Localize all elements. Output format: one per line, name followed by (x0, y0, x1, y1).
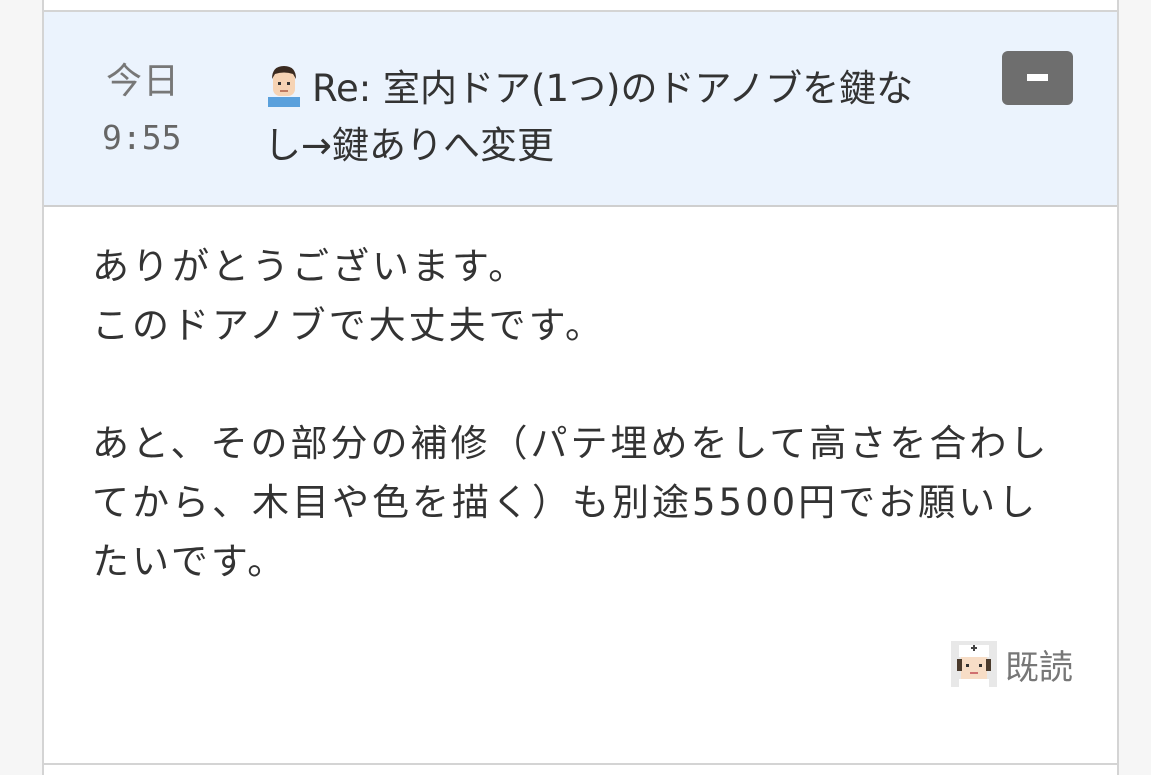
message-time: 9:55 (102, 118, 182, 157)
divider (44, 763, 1117, 765)
message-header[interactable]: 今日 9:55 Re: 室内ドア(1つ)のドアノブを鍵なし→鍵ありへ変更 (44, 12, 1117, 207)
minus-icon (1027, 74, 1048, 81)
read-status: 既読 (951, 640, 1073, 688)
message-date: 今日 (106, 61, 181, 102)
man-avatar-icon (264, 63, 304, 107)
collapse-button[interactable] (1002, 51, 1073, 105)
subject-text: Re: 室内ドア(1つ)のドアノブを鍵なし→鍵ありへ変更 (264, 67, 914, 167)
read-label: 既読 (1005, 647, 1073, 688)
nurse-avatar-icon (951, 641, 997, 687)
message-body: ありがとうございます。 このドアノブで大丈夫です。 あと、その部分の補修（パテ埋… (92, 245, 1050, 583)
message-panel: 今日 9:55 Re: 室内ドア(1つ)のドアノブを鍵なし→鍵ありへ変更 ありが… (42, 0, 1119, 775)
message-subject: Re: 室内ドア(1つ)のドアノブを鍵なし→鍵ありへ変更 (264, 60, 944, 174)
